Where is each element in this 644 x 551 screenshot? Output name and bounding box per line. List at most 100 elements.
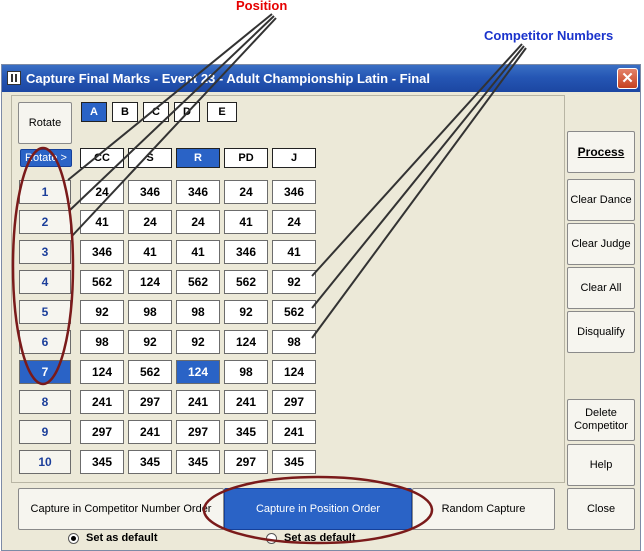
mark-cell[interactable]: 41 <box>224 210 268 234</box>
mark-cell[interactable]: 98 <box>80 330 124 354</box>
window-close-button[interactable]: ✕ <box>617 68 638 89</box>
position-button-9[interactable]: 9 <box>19 420 71 444</box>
mark-cell[interactable]: 346 <box>80 240 124 264</box>
mark-cell[interactable]: 297 <box>272 390 316 414</box>
mark-cell[interactable]: 345 <box>272 450 316 474</box>
mark-cell[interactable]: 346 <box>128 180 172 204</box>
mark-cell[interactable]: 345 <box>128 450 172 474</box>
mark-cell[interactable]: 24 <box>80 180 124 204</box>
mark-cell[interactable]: 346 <box>272 180 316 204</box>
process-button[interactable]: Process <box>567 131 635 173</box>
help-button[interactable]: Help <box>567 444 635 486</box>
judge-tab-b[interactable]: B <box>112 102 138 122</box>
mark-cell[interactable]: 345 <box>176 450 220 474</box>
mark-cell[interactable]: 297 <box>224 450 268 474</box>
mark-cell[interactable]: 241 <box>128 420 172 444</box>
mark-cell[interactable]: 92 <box>272 270 316 294</box>
set-default-radio-left[interactable] <box>68 533 79 544</box>
mark-cell[interactable]: 297 <box>128 390 172 414</box>
position-button-8[interactable]: 8 <box>19 390 71 414</box>
mark-cell[interactable]: 92 <box>224 300 268 324</box>
mark-cell[interactable]: 241 <box>80 390 124 414</box>
mark-cell[interactable]: 241 <box>272 420 316 444</box>
mark-cell[interactable]: 124 <box>128 270 172 294</box>
mark-cell[interactable]: 562 <box>224 270 268 294</box>
mark-cell[interactable]: 92 <box>176 330 220 354</box>
set-default-radio-right[interactable] <box>266 533 277 544</box>
disqualify-label: Disqualify <box>577 325 625 338</box>
mark-cell[interactable]: 24 <box>176 210 220 234</box>
position-button-3[interactable]: 3 <box>19 240 71 264</box>
dance-header-r[interactable]: R <box>176 148 220 168</box>
mark-cell[interactable]: 124 <box>176 360 220 384</box>
mark-cell[interactable]: 241 <box>224 390 268 414</box>
mark-cell[interactable]: 562 <box>80 270 124 294</box>
mark-cell[interactable]: 41 <box>128 240 172 264</box>
dance-header-j[interactable]: J <box>272 148 316 168</box>
mark-cell[interactable]: 98 <box>272 330 316 354</box>
position-button-4[interactable]: 4 <box>19 270 71 294</box>
app-icon <box>7 71 21 85</box>
set-default-label-left: Set as default <box>86 532 158 544</box>
mark-cell[interactable]: 24 <box>224 180 268 204</box>
mark-cell[interactable]: 241 <box>176 390 220 414</box>
clear-judge-label: Clear Judge <box>571 237 631 250</box>
mark-cell[interactable]: 41 <box>272 240 316 264</box>
mark-cell[interactable]: 124 <box>272 360 316 384</box>
position-button-1[interactable]: 1 <box>19 180 71 204</box>
mark-cell[interactable]: 24 <box>128 210 172 234</box>
window-title: Capture Final Marks - Event 23 - Adult C… <box>26 71 431 86</box>
random-capture-button[interactable]: Random Capture <box>412 488 555 530</box>
clear-all-button[interactable]: Clear All <box>567 267 635 309</box>
mark-cell[interactable]: 297 <box>80 420 124 444</box>
help-label: Help <box>589 458 613 471</box>
capture-competitor-order-button[interactable]: Capture in Competitor Number Order <box>18 488 224 530</box>
mark-cell[interactable]: 346 <box>176 180 220 204</box>
capture-position-order-button[interactable]: Capture in Position Order <box>224 488 412 530</box>
position-button-10[interactable]: 10 <box>19 450 71 474</box>
mark-cell[interactable]: 562 <box>272 300 316 324</box>
mark-cell[interactable]: 124 <box>80 360 124 384</box>
delete-competitor-label: Delete Competitor <box>574 407 628 432</box>
dance-header-pd[interactable]: PD <box>224 148 268 168</box>
mark-cell[interactable]: 297 <box>176 420 220 444</box>
clear-judge-button[interactable]: Clear Judge <box>567 223 635 265</box>
mark-cell[interactable]: 346 <box>224 240 268 264</box>
rotate-next-button[interactable]: Rotate > <box>20 149 72 167</box>
close-label: Close <box>586 502 616 515</box>
dance-header-cc[interactable]: CC <box>80 148 124 168</box>
set-default-label-right: Set as default <box>284 532 356 544</box>
close-button[interactable]: Close <box>567 488 635 530</box>
clear-dance-button[interactable]: Clear Dance <box>567 179 635 221</box>
mark-cell[interactable]: 24 <box>272 210 316 234</box>
mark-cell[interactable]: 92 <box>80 300 124 324</box>
position-button-5[interactable]: 5 <box>19 300 71 324</box>
mark-cell[interactable]: 562 <box>128 360 172 384</box>
mark-cell[interactable]: 98 <box>224 360 268 384</box>
delete-competitor-button[interactable]: Delete Competitor <box>567 399 635 441</box>
rotate-button[interactable]: Rotate <box>18 102 72 144</box>
title-bar: Capture Final Marks - Event 23 - Adult C… <box>2 65 640 92</box>
mark-cell[interactable]: 41 <box>176 240 220 264</box>
clear-dance-label: Clear Dance <box>570 193 632 206</box>
judge-tab-d[interactable]: D <box>174 102 200 122</box>
mark-cell[interactable]: 98 <box>128 300 172 324</box>
position-callout-label: Position <box>236 0 288 13</box>
mark-cell[interactable]: 345 <box>224 420 268 444</box>
position-button-7[interactable]: 7 <box>19 360 71 384</box>
mark-cell[interactable]: 345 <box>80 450 124 474</box>
disqualify-button[interactable]: Disqualify <box>567 311 635 353</box>
mark-cell[interactable]: 98 <box>176 300 220 324</box>
process-label: Process <box>577 144 625 159</box>
judge-tab-a[interactable]: A <box>81 102 107 122</box>
position-button-6[interactable]: 6 <box>19 330 71 354</box>
judge-tab-c[interactable]: C <box>143 102 169 122</box>
mark-cell[interactable]: 562 <box>176 270 220 294</box>
mark-cell[interactable]: 124 <box>224 330 268 354</box>
position-button-2[interactable]: 2 <box>19 210 71 234</box>
judge-tab-e[interactable]: E <box>207 102 237 122</box>
mark-cell[interactable]: 41 <box>80 210 124 234</box>
competitor-numbers-callout-label: Competitor Numbers <box>484 28 614 43</box>
mark-cell[interactable]: 92 <box>128 330 172 354</box>
dance-header-s[interactable]: S <box>128 148 172 168</box>
